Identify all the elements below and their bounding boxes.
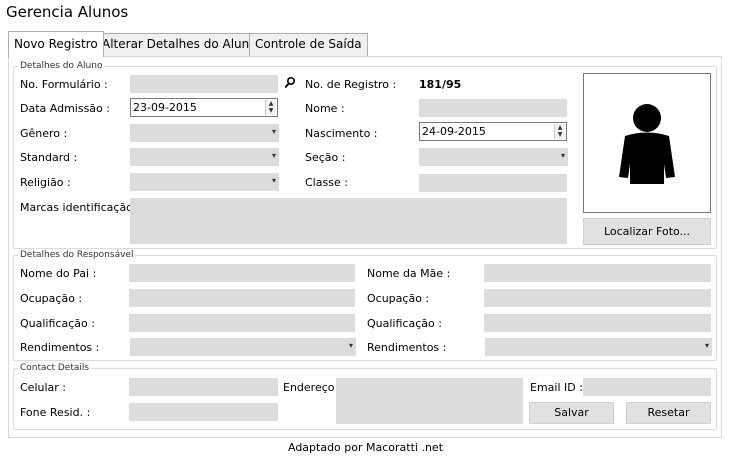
no-registro-label: No. de Registro : [305, 78, 397, 91]
nome-label: Nome : [305, 102, 345, 115]
footer-credit: Adaptado por Macoratti .net [287, 441, 444, 454]
rendimentos-mae-select[interactable] [485, 338, 712, 356]
classe-input[interactable] [419, 174, 567, 192]
ocupacao-pai-label: Ocupação : [20, 292, 83, 305]
nascimento-spinner[interactable]: ▲ ▼ [554, 124, 565, 139]
student-photo [583, 73, 711, 213]
ocupacao-mae-input[interactable] [484, 289, 711, 307]
group-legend-aluno: Detalhes do Aluno [18, 61, 105, 72]
genero-label: Gênero : [20, 127, 68, 140]
email-label: Email ID : [530, 381, 583, 394]
marcas-identificacao-label: Marcas identificação : [20, 201, 141, 214]
qualificacao-pai-input[interactable] [129, 314, 355, 332]
qualificacao-pai-label: Qualificação : [20, 317, 95, 330]
data-admissao-spinner[interactable]: ▲ ▼ [265, 100, 276, 115]
group-legend-contact: Contact Details [18, 363, 92, 374]
nascimento-label: Nascimento : [305, 127, 378, 140]
endereco-label: Endereço : [283, 381, 342, 394]
fone-residencial-label: Fone Resid. : [20, 406, 91, 419]
secao-label: Seção : [305, 151, 346, 164]
no-formulario-input[interactable] [130, 75, 278, 93]
salvar-button[interactable]: Salvar [529, 402, 614, 424]
celular-label: Celular : [20, 381, 66, 394]
data-admissao-value: 23-09-2015 [133, 101, 197, 114]
genero-select[interactable] [130, 124, 279, 142]
data-admissao-label: Data Admissão : [20, 102, 110, 115]
qualificacao-mae-input[interactable] [484, 314, 711, 332]
religiao-label: Religião : [20, 176, 71, 189]
tab-controle-saida[interactable]: Controle de Saída [249, 33, 368, 56]
secao-select[interactable] [419, 148, 568, 166]
celular-input[interactable] [129, 378, 278, 396]
nome-pai-input[interactable] [129, 264, 355, 282]
ocupacao-pai-input[interactable] [129, 289, 355, 307]
nascimento-datepicker[interactable]: 24-09-2015 ▲ ▼ [419, 122, 567, 141]
nome-mae-label: Nome da Mãe : [367, 267, 451, 280]
fone-residencial-input[interactable] [129, 403, 278, 421]
email-input[interactable] [583, 378, 711, 396]
rendimentos-pai-select[interactable] [130, 338, 356, 356]
search-icon[interactable] [284, 76, 296, 90]
rendimentos-mae-label: Rendimentos : [367, 341, 447, 354]
standard-select[interactable] [130, 148, 279, 166]
ocupacao-mae-label: Ocupação : [367, 292, 430, 305]
nome-pai-label: Nome do Pai : [20, 267, 97, 280]
tab-alterar-detalhes[interactable]: Alterar Detalhes do Aluno [96, 33, 263, 56]
localizar-foto-button[interactable]: Localizar Foto... [583, 218, 711, 245]
group-legend-responsavel: Detalhes do Responsável [18, 250, 136, 261]
nome-mae-input[interactable] [484, 264, 711, 282]
no-formulario-label: No. Formulário : [20, 78, 108, 91]
rendimentos-pai-label: Rendimentos : [20, 341, 100, 354]
resetar-button[interactable]: Resetar [626, 402, 711, 424]
nome-input[interactable] [419, 99, 567, 117]
data-admissao-datepicker[interactable]: 23-09-2015 ▲ ▼ [130, 98, 278, 117]
marcas-identificacao-textarea[interactable] [130, 198, 567, 244]
window-title: Gerencia Alunos [6, 3, 129, 21]
person-icon [619, 104, 675, 184]
religiao-select[interactable] [130, 173, 279, 191]
qualificacao-mae-label: Qualificação : [367, 317, 442, 330]
standard-label: Standard : [20, 151, 78, 164]
tab-novo-registro[interactable]: Novo Registro [8, 31, 104, 57]
endereco-textarea[interactable] [336, 378, 523, 424]
classe-label: Classe : [305, 176, 348, 189]
nascimento-value: 24-09-2015 [422, 125, 486, 138]
no-registro-value: 181/95 [419, 78, 462, 91]
